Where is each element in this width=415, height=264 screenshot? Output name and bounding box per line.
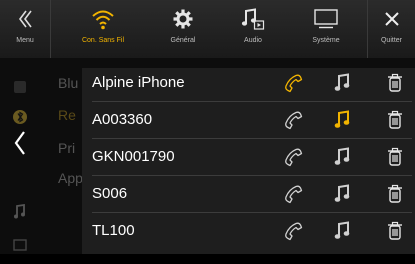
device-name: Alpine iPhone	[92, 74, 185, 91]
quit-label: Quitter	[380, 37, 402, 44]
music-note-icon[interactable]	[334, 221, 352, 246]
trash-icon[interactable]	[387, 221, 403, 246]
quit-button[interactable]: Quitter	[368, 0, 415, 58]
music-note-icon[interactable]	[334, 110, 352, 135]
phone-icon[interactable]	[282, 183, 304, 210]
tab-general[interactable]: Général	[148, 0, 218, 58]
phone-icon[interactable]	[282, 220, 304, 247]
gear-icon	[172, 7, 194, 31]
device-name: A003360	[92, 111, 153, 128]
wifi-icon	[91, 7, 115, 31]
trash-icon[interactable]	[387, 110, 403, 135]
tab-system[interactable]: Système	[288, 0, 364, 58]
device-list: Alpine iPhone A003360 GKN001790 S006 TL1…	[82, 68, 415, 254]
device-name: TL100	[92, 222, 135, 239]
close-icon	[384, 7, 400, 31]
device-row[interactable]: GKN001790	[82, 142, 415, 172]
trash-icon[interactable]	[387, 184, 403, 209]
trash-icon[interactable]	[387, 147, 403, 172]
top-navigation-bar: Menu Con. Sans Fil Général Audio Système…	[0, 0, 415, 58]
music-note-icon[interactable]	[334, 147, 352, 172]
phone-icon[interactable]	[282, 146, 304, 173]
device-name: GKN001790	[92, 148, 175, 165]
device-name: S006	[92, 185, 128, 202]
menu-label: Menu	[16, 37, 34, 44]
row-divider	[92, 212, 412, 213]
row-divider	[92, 138, 412, 139]
double-chevron-left-icon	[17, 7, 33, 31]
menu-button[interactable]: Menu	[0, 0, 50, 58]
device-row[interactable]: Alpine iPhone	[82, 68, 415, 98]
device-row[interactable]: TL100	[82, 216, 415, 246]
audio-icon	[241, 7, 265, 31]
row-divider	[92, 101, 412, 102]
chevron-left-icon[interactable]	[12, 130, 28, 156]
audio-label: Audio	[244, 37, 262, 44]
tab-wireless[interactable]: Con. Sans Fil	[68, 0, 138, 58]
row-divider	[92, 175, 412, 176]
monitor-icon	[313, 7, 339, 31]
device-row[interactable]: A003360	[82, 105, 415, 135]
trash-icon[interactable]	[387, 73, 403, 98]
wireless-label: Con. Sans Fil	[81, 37, 125, 44]
music-note-icon[interactable]	[334, 73, 352, 98]
phone-icon[interactable]	[282, 109, 304, 136]
music-note-icon[interactable]	[334, 184, 352, 209]
tab-audio[interactable]: Audio	[218, 0, 288, 58]
film-icon	[0, 226, 40, 264]
general-label: Général	[170, 37, 196, 44]
device-row[interactable]: S006	[82, 179, 415, 209]
phone-icon[interactable]	[282, 72, 304, 99]
system-label: Système	[312, 37, 340, 44]
